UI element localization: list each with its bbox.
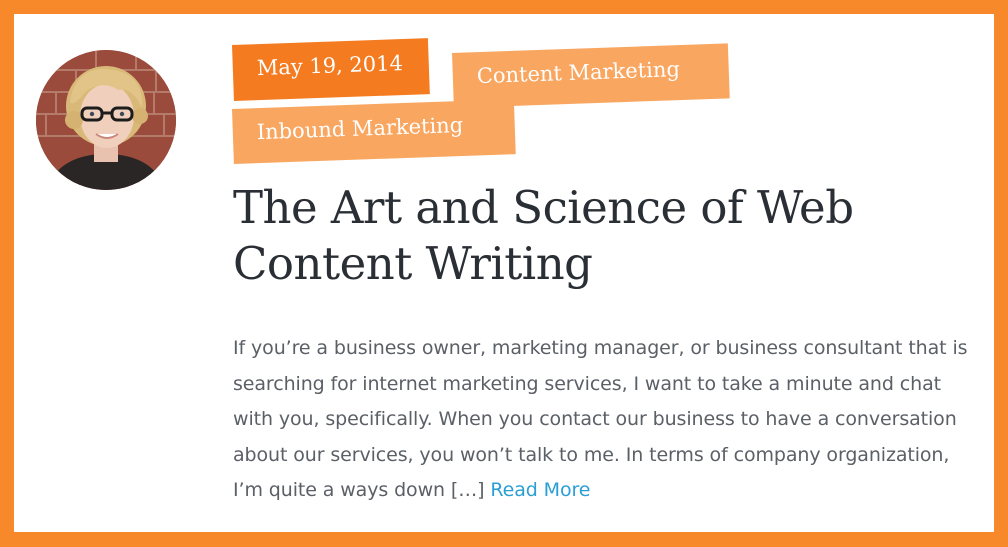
category-tag-label[interactable]: Inbound Marketing — [256, 113, 463, 144]
read-more-link[interactable]: Read More — [490, 479, 590, 501]
category-tag-content-marketing[interactable]: Content Marketing — [452, 43, 730, 108]
author-photo-icon — [36, 50, 176, 190]
category-tag-inbound-marketing[interactable]: Inbound Marketing — [232, 99, 516, 164]
post-excerpt-text: If you’re a business owner, marketing ma… — [233, 337, 968, 501]
post-date-label: May 19, 2014 — [256, 51, 404, 81]
author-avatar[interactable] — [36, 50, 176, 190]
post-title[interactable]: The Art and Science of Web Content Writi… — [233, 180, 973, 292]
blog-post-card: May 19, 2014 Content Marketing Inbound M… — [14, 14, 994, 532]
post-date-tag: May 19, 2014 — [232, 38, 430, 101]
category-tag-label[interactable]: Content Marketing — [476, 57, 680, 88]
post-excerpt: If you’re a business owner, marketing ma… — [233, 331, 978, 509]
